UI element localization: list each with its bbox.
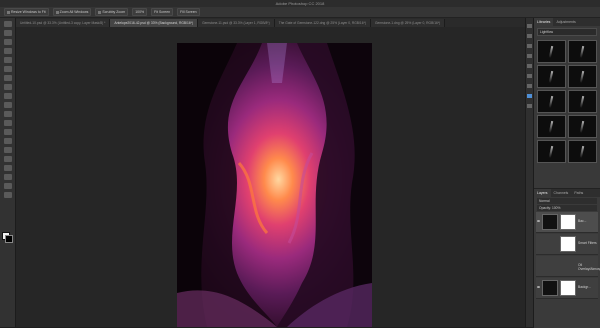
app-title: Adobe Photoshop CC 2018 bbox=[275, 1, 325, 6]
zoom-all-windows-option[interactable]: Zoom All Windows bbox=[52, 8, 92, 16]
brush-settings-icon[interactable] bbox=[527, 54, 532, 58]
brush-preset[interactable] bbox=[568, 40, 597, 63]
paragraph-panel-icon[interactable] bbox=[527, 74, 532, 78]
layer-name: Smart Filters bbox=[578, 241, 597, 245]
library-dropdown[interactable]: Lightflow bbox=[537, 28, 597, 36]
history-brush-tool-icon[interactable] bbox=[3, 102, 12, 108]
brush-preset[interactable] bbox=[537, 40, 566, 63]
brush-preset[interactable] bbox=[537, 65, 566, 88]
canvas-workspace[interactable] bbox=[16, 27, 525, 327]
layer-row[interactable]: Smart Filters bbox=[536, 234, 598, 255]
properties-panel-icon[interactable] bbox=[527, 34, 532, 38]
background-color-swatch[interactable] bbox=[5, 235, 13, 243]
tab-layers[interactable]: Layers bbox=[534, 189, 551, 197]
brush-preset[interactable] bbox=[537, 90, 566, 113]
document-tab[interactable]: Gemstone-1.dng @ 25% (Layer 0, RGB/16*) bbox=[370, 19, 446, 27]
brush-tool-icon[interactable] bbox=[3, 84, 12, 90]
layer-row[interactable]: Backgr... bbox=[536, 278, 598, 299]
path-select-tool-icon[interactable] bbox=[3, 165, 12, 171]
tab-paths[interactable]: Paths bbox=[571, 189, 586, 197]
tab-adjustments[interactable]: Adjustments bbox=[553, 18, 578, 26]
blur-tool-icon[interactable] bbox=[3, 129, 12, 135]
fit-screen-button[interactable]: Fit Screen bbox=[151, 8, 174, 16]
libraries-panel-icon[interactable] bbox=[527, 94, 532, 98]
layer-thumbnail bbox=[542, 214, 558, 230]
options-bar: Resize Windows to Fit Zoom All Windows S… bbox=[0, 7, 600, 18]
shape-tool-icon[interactable] bbox=[3, 174, 12, 180]
smart-filter-mask-thumbnail bbox=[560, 236, 576, 252]
libraries-tabs: Libraries Adjustments bbox=[534, 18, 600, 26]
layer-name: Oil Overlay/Atmosphere bbox=[578, 263, 600, 271]
brush-preset[interactable] bbox=[568, 65, 597, 88]
document-tab-active[interactable]: Antelope2016-42.psd @ 33% (Background, R… bbox=[110, 19, 199, 27]
glyphs-panel-icon[interactable] bbox=[527, 84, 532, 88]
visibility-eye-icon[interactable] bbox=[537, 286, 540, 288]
quick-select-tool-icon[interactable] bbox=[3, 48, 12, 54]
document-canvas-antelope-canyon-photo[interactable] bbox=[177, 43, 372, 327]
history-panel-icon[interactable] bbox=[527, 24, 532, 28]
visibility-eye-icon[interactable] bbox=[537, 220, 540, 222]
gradient-tool-icon[interactable] bbox=[3, 120, 12, 126]
brush-preset[interactable] bbox=[568, 90, 597, 113]
clone-stamp-tool-icon[interactable] bbox=[3, 93, 12, 99]
hand-tool-icon[interactable] bbox=[3, 183, 12, 189]
canyon-rock-shapes bbox=[177, 43, 372, 327]
document-tab[interactable]: The Gate of Gemstone-122.dng @ 25% (Laye… bbox=[274, 19, 371, 27]
zoom-100-button[interactable]: 100% bbox=[132, 8, 148, 16]
tab-channels[interactable]: Channels bbox=[551, 189, 572, 197]
dodge-tool-icon[interactable] bbox=[3, 138, 12, 144]
layer-mask-thumbnail bbox=[560, 280, 576, 296]
type-tool-icon[interactable] bbox=[3, 156, 12, 162]
actions-panel-icon[interactable] bbox=[527, 104, 532, 108]
eyedropper-tool-icon[interactable] bbox=[3, 66, 12, 72]
document-tab[interactable]: Gemstone-11.psd @ 33.3% (Layer 1, RGB/8*… bbox=[198, 19, 275, 27]
resize-windows-option[interactable]: Resize Windows to Fit bbox=[4, 8, 49, 16]
character-panel-icon[interactable] bbox=[527, 64, 532, 68]
marquee-tool-icon[interactable] bbox=[3, 30, 12, 36]
tab-libraries[interactable]: Libraries bbox=[534, 18, 554, 26]
swatches-panel-icon[interactable] bbox=[527, 44, 532, 48]
app-titlebar: Adobe Photoshop CC 2018 bbox=[0, 0, 600, 7]
brush-preset[interactable] bbox=[568, 140, 597, 163]
layer-row[interactable]: Bac... bbox=[536, 212, 598, 233]
document-tab[interactable]: Untitled-10.psd @ 33.3% (Untitled-3 copy… bbox=[16, 19, 111, 27]
layer-row[interactable]: Oil Overlay/Atmosphere bbox=[536, 256, 600, 277]
layers-panel: Layers Channels Paths Normal Opacity: 10… bbox=[534, 188, 600, 328]
opacity-field[interactable]: Opacity: 100% bbox=[537, 205, 597, 211]
layer-mask-thumbnail bbox=[560, 214, 576, 230]
eraser-tool-icon[interactable] bbox=[3, 111, 12, 117]
brush-library-grid bbox=[534, 38, 600, 165]
right-panel: Libraries Adjustments Lightflow Layers C… bbox=[534, 18, 600, 328]
blend-mode-select[interactable]: Normal bbox=[537, 198, 597, 204]
brush-preset[interactable] bbox=[537, 115, 566, 138]
panel-dock-icons bbox=[525, 18, 534, 327]
lasso-tool-icon[interactable] bbox=[3, 39, 12, 45]
healing-brush-tool-icon[interactable] bbox=[3, 75, 12, 81]
move-tool-icon[interactable] bbox=[3, 21, 12, 27]
tools-panel bbox=[0, 18, 16, 327]
layer-name: Bac... bbox=[578, 219, 587, 223]
brush-preset[interactable] bbox=[537, 140, 566, 163]
scrubby-zoom-option[interactable]: Scrubby Zoom bbox=[95, 8, 129, 16]
document-tabs: Untitled-10.psd @ 33.3% (Untitled-3 copy… bbox=[16, 18, 526, 27]
layer-thumbnail bbox=[542, 280, 558, 296]
pen-tool-icon[interactable] bbox=[3, 147, 12, 153]
crop-tool-icon[interactable] bbox=[3, 57, 12, 63]
brush-preset[interactable] bbox=[568, 115, 597, 138]
fill-screen-button[interactable]: Fill Screen bbox=[177, 8, 200, 16]
zoom-tool-icon[interactable] bbox=[3, 192, 12, 198]
layers-tabs: Layers Channels Paths bbox=[534, 189, 600, 197]
layer-name: Backgr... bbox=[578, 285, 591, 289]
